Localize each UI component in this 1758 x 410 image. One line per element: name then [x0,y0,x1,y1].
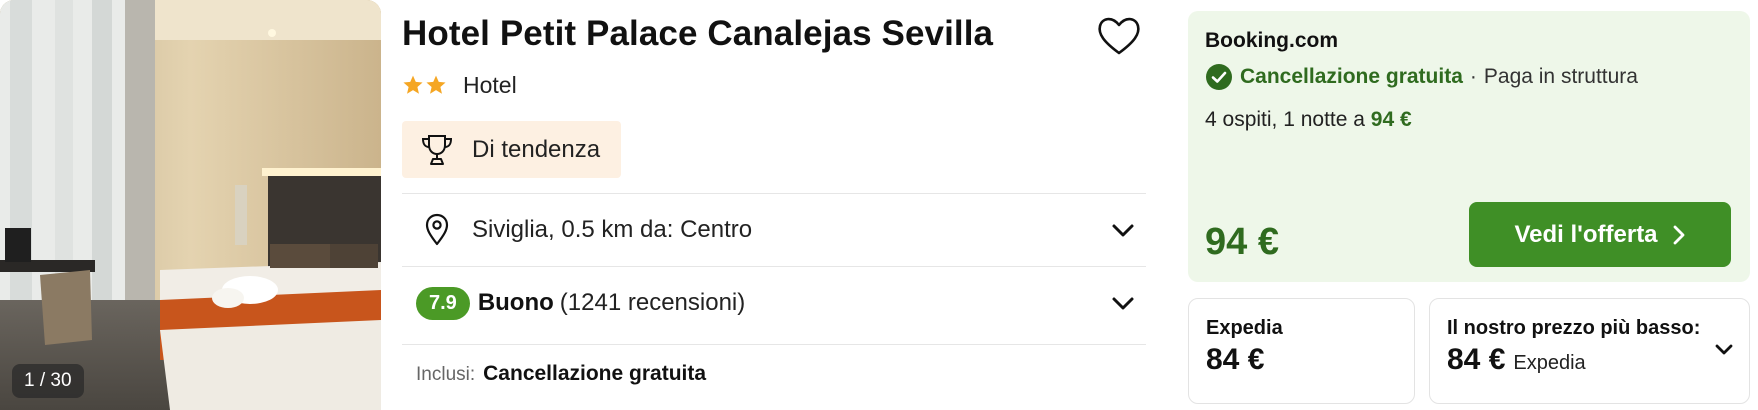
trophy-icon [421,134,453,165]
location-text: Siviglia, 0.5 km da: Centro [472,216,753,243]
free-cancellation: Cancellazione gratuita [1240,65,1463,88]
location-row[interactable]: Siviglia, 0.5 km da: Centro [402,195,1146,265]
trending-badge: Di tendenza [402,121,621,178]
rating-score-badge: 7.9 [416,286,470,320]
payment-info: Paga in struttura [1483,65,1638,88]
hotel-class: Hotel [402,70,517,100]
separator-dot: · [1469,65,1477,88]
rating-count: (1241 recensioni) [559,289,746,316]
chevron-down-icon[interactable] [1713,338,1735,360]
guests-info: 4 ospiti, 1 notte a 94 € [1205,108,1412,132]
location-pin-icon [425,213,449,246]
star-icon [426,75,446,94]
offer-provider: Booking.com [1205,29,1339,52]
included-value: Cancellazione gratuita [483,362,707,385]
view-offer-button[interactable]: Vedi l'offerta [1469,202,1731,267]
divider [402,193,1146,194]
lowest-price-label: Il nostro prezzo più basso: [1447,317,1701,339]
guests-text: 4 ospiti, 1 notte a [1205,108,1365,131]
hotel-photo[interactable]: 1 / 30 [0,0,381,410]
lowest-price-amount: 84 € [1447,343,1506,376]
alt-offer-price: 84 € [1206,343,1265,376]
heart-icon [1098,17,1140,55]
chevron-down-icon [1112,297,1134,310]
favorite-button[interactable] [1096,14,1142,58]
offer-conditions: Cancellazione gratuita · Paga in struttu… [1205,63,1638,91]
chevron-right-icon [1673,225,1684,244]
view-offer-label: Vedi l'offerta [1514,220,1658,248]
included-amenities: Inclusi: Cancellazione gratuita [416,362,706,386]
lowest-price-offer[interactable]: Il nostro prezzo più basso: 84 € Expedia [1429,298,1750,404]
trending-label: Di tendenza [472,135,601,163]
star-icon [403,75,423,94]
offer-price: 94 € [1205,221,1279,263]
chevron-down-icon [1112,224,1134,237]
divider [402,266,1146,267]
alt-offer-expedia[interactable]: Expedia 84 € [1188,298,1415,404]
alt-offer-provider: Expedia [1206,317,1283,339]
hotel-type: Hotel [463,71,517,98]
lowest-price-provider: Expedia [1513,352,1586,374]
lowest-price-value: 84 € Expedia [1447,343,1586,377]
photo-counter: 1 / 30 [12,364,84,398]
check-circle-icon [1206,64,1232,90]
rating-row[interactable]: 7.9 Buono (1241 recensioni) [402,268,1146,338]
rating-word: Buono [477,289,554,316]
guests-price: 94 € [1370,108,1412,131]
divider [402,344,1146,345]
included-label: Inclusi: [416,364,476,385]
hotel-name[interactable]: Hotel Petit Palace Canalejas Sevilla [402,14,993,54]
hotel-room-image [0,0,381,410]
main-offer[interactable]: Booking.com Cancellazione gratuita · Pag… [1188,11,1750,282]
